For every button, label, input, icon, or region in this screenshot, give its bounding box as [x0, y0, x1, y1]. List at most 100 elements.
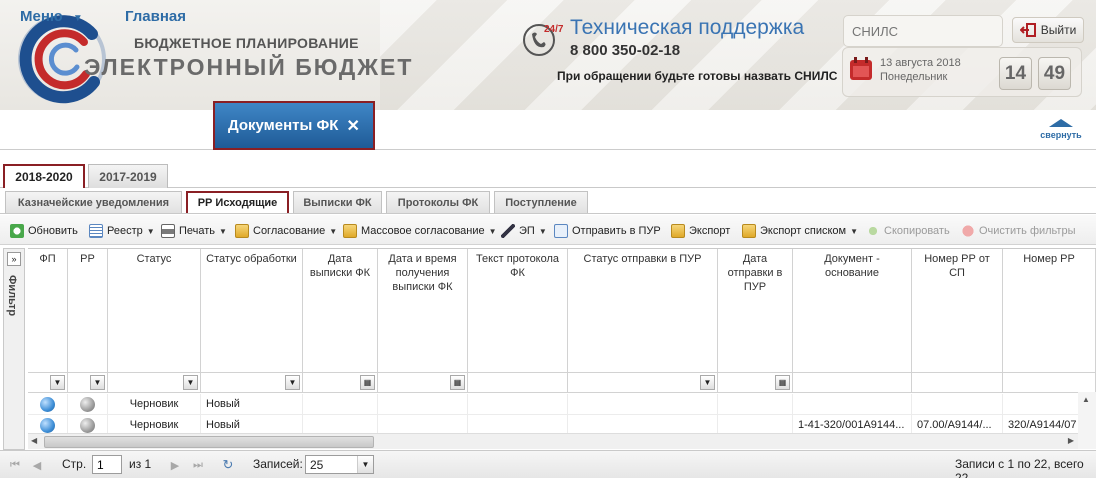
filter-status[interactable]: ▼ [108, 373, 201, 393]
tab-period-2018-2020[interactable]: 2018-2020 [3, 164, 85, 188]
cell-pur-send-date [718, 394, 793, 415]
send-pur-button[interactable]: Отправить в ПУР [554, 222, 661, 240]
prev-page-icon[interactable]: ◀ [30, 458, 44, 472]
page-number-input[interactable] [92, 455, 122, 474]
filter-pur-send-date[interactable]: ▦ [718, 373, 793, 393]
last-page-icon[interactable]: ⏭ [191, 458, 205, 472]
cell-status: Черновик [108, 394, 201, 415]
chevron-down-icon[interactable]: ▼ [700, 375, 715, 390]
cell-basis-document [793, 394, 912, 415]
records-info: Записи с 1 по 22, всего 22 [955, 457, 1084, 478]
copy-icon [866, 224, 880, 238]
calendar-icon [850, 57, 872, 80]
column-header-fk-statement-date[interactable]: Дата выписки ФК [303, 249, 378, 373]
filter-rr[interactable]: ▼ [68, 373, 108, 393]
fp-status-icon [40, 397, 55, 412]
registry-icon [89, 224, 103, 238]
mass-approval-button[interactable]: Массовое согласование ▼ [343, 222, 497, 240]
date-picker-icon[interactable]: ▦ [360, 375, 375, 390]
tab-treasury-notices[interactable]: Казначейские уведомления [5, 191, 182, 213]
menu-button[interactable]: Меню ▼ [20, 8, 83, 25]
tab-receipts[interactable]: Поступление [494, 191, 588, 213]
records-per-page-value: 25 [310, 458, 324, 472]
scroll-up-icon[interactable]: ▲ [1082, 395, 1090, 404]
print-label: Печать [179, 225, 216, 237]
column-header-rr-number[interactable]: Номер РР [1003, 249, 1096, 373]
clear-filter-icon [961, 224, 975, 238]
dropdown-arrow-icon: ▼ [538, 226, 547, 236]
clear-filters-button[interactable]: Очистить фильтры [961, 222, 1076, 240]
expand-icon[interactable]: » [7, 252, 21, 266]
dropdown-arrow-icon: ▼ [850, 226, 859, 236]
approval-button[interactable]: Согласование ▼ [235, 222, 337, 240]
chevron-down-icon[interactable]: ▼ [50, 375, 65, 390]
close-icon[interactable]: ✕ [346, 116, 359, 136]
filter-fp[interactable]: ▼ [28, 373, 68, 393]
filter-fk-protocol-text[interactable] [468, 373, 568, 393]
scroll-right-icon[interactable]: ▶ [1068, 436, 1074, 445]
copy-button[interactable]: Скопировать [866, 222, 950, 240]
tab-fk-statements[interactable]: Выписки ФК [293, 191, 382, 213]
cell-rr [68, 394, 108, 415]
column-header-pur-send-date[interactable]: Дата отправки в ПУР [718, 249, 793, 373]
column-header-status[interactable]: Статус [108, 249, 201, 373]
registry-button[interactable]: Реестр ▼ [89, 222, 155, 240]
filter-processing-status[interactable]: ▼ [201, 373, 303, 393]
brand-title-line1: БЮДЖЕТНОЕ ПЛАНИРОВАНИЕ [134, 35, 359, 51]
column-header-fk-received-datetime[interactable]: Дата и время получения выписки ФК [378, 249, 468, 373]
column-header-fk-protocol-text[interactable]: Текст протокола ФК [468, 249, 568, 373]
logout-icon [1019, 23, 1036, 37]
tab-fk-protocols[interactable]: Протоколы ФК [386, 191, 490, 213]
column-header-processing-status[interactable]: Статус обработки [201, 249, 303, 373]
filter-panel-label: Фильтр [6, 275, 18, 317]
copy-label: Скопировать [884, 225, 950, 237]
horizontal-scrollbar[interactable]: ◀ ▶ [28, 433, 1078, 449]
tab-period-2017-2019[interactable]: 2017-2019 [88, 164, 168, 188]
filter-pur-send-status[interactable]: ▼ [568, 373, 718, 393]
filter-panel-toggle[interactable]: » Фильтр [3, 248, 25, 450]
first-page-icon[interactable]: ⏮ [8, 458, 22, 472]
records-per-page-select[interactable]: 25 ▼ [305, 455, 374, 474]
print-button[interactable]: Печать ▼ [161, 222, 227, 240]
snils-input[interactable] [843, 15, 1003, 47]
date-picker-icon[interactable]: ▦ [450, 375, 465, 390]
dropdown-arrow-icon: ▼ [146, 226, 155, 236]
filter-rr-number[interactable] [1003, 373, 1096, 393]
horizontal-scroll-thumb[interactable] [44, 436, 374, 448]
dropdown-arrow-icon: ▼ [219, 226, 227, 236]
export-list-button[interactable]: Экспорт списком ▼ [742, 222, 858, 240]
chevron-down-icon[interactable]: ▼ [90, 375, 105, 390]
column-header-rr[interactable]: РР [68, 249, 108, 373]
registry-label: Реестр [107, 225, 143, 237]
filter-basis-document[interactable] [793, 373, 912, 393]
export-button[interactable]: Экспорт [671, 222, 730, 240]
export-folder-icon [671, 224, 685, 238]
scroll-left-icon[interactable]: ◀ [31, 436, 37, 445]
table-row[interactable]: Черновик Новый [28, 394, 1096, 415]
filter-rr-number-sp[interactable] [912, 373, 1003, 393]
reload-icon[interactable]: ↻ [221, 457, 235, 472]
tab-rr-outgoing[interactable]: РР Исходящие [186, 191, 289, 213]
logout-label: Выйти [1040, 23, 1077, 37]
mass-approval-label: Массовое согласование [361, 225, 485, 237]
pagination-bar: ⏮ ◀ Стр. из 1 ▶ ⏭ ↻ Записей: Записи с 1 … [0, 450, 1096, 478]
filter-fk-statement-date[interactable]: ▦ [303, 373, 378, 393]
logout-button[interactable]: Выйти [1012, 17, 1084, 43]
collapse-button[interactable]: свернуть [1038, 118, 1084, 144]
column-header-rr-number-sp[interactable]: Номер РР от СП [912, 249, 1003, 373]
tab-fk-documents[interactable]: Документы ФК ✕ [213, 101, 375, 150]
column-header-fp[interactable]: ФП [28, 249, 68, 373]
refresh-button[interactable]: Обновить [10, 222, 78, 240]
ep-button[interactable]: ЭП ▼ [501, 222, 547, 240]
next-page-icon[interactable]: ▶ [168, 458, 182, 472]
date-picker-icon[interactable]: ▦ [775, 375, 790, 390]
per-page-label: Записей: [253, 457, 303, 471]
chevron-down-icon[interactable]: ▼ [285, 375, 300, 390]
clear-filters-label: Очистить фильтры [979, 225, 1076, 237]
column-header-pur-send-status[interactable]: Статус отправки в ПУР [568, 249, 718, 373]
vertical-scrollbar[interactable]: ▲ [1078, 392, 1096, 449]
nav-home[interactable]: Главная [125, 8, 186, 25]
filter-fk-received-datetime[interactable]: ▦ [378, 373, 468, 393]
column-header-basis-document[interactable]: Документ - основание [793, 249, 912, 373]
chevron-down-icon[interactable]: ▼ [183, 375, 198, 390]
